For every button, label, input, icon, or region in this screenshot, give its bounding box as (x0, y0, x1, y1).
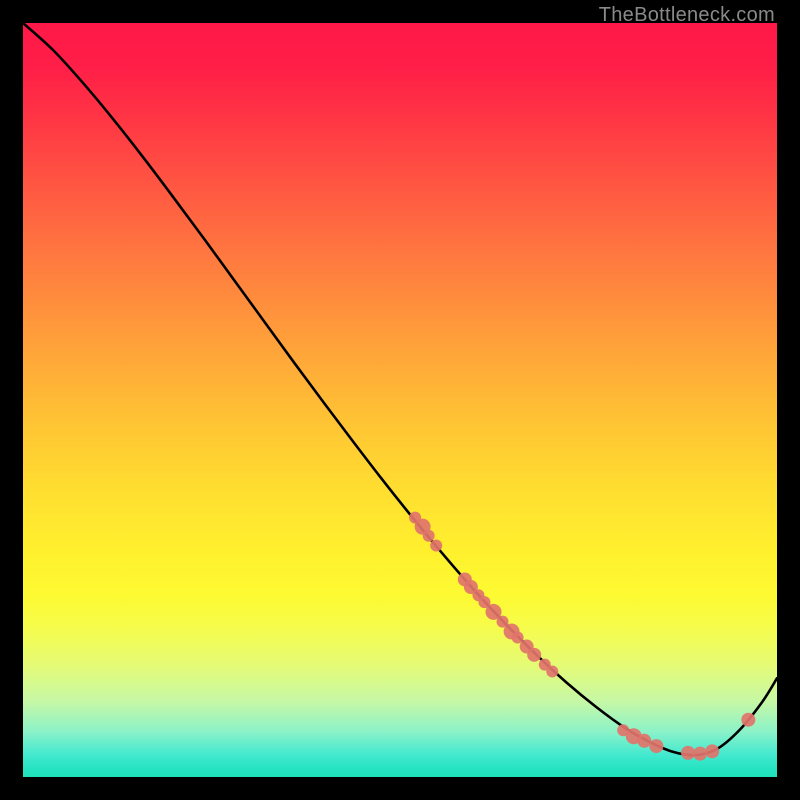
scatter-point (423, 530, 435, 542)
points-layer (23, 23, 777, 777)
chart-stage: TheBottleneck.com (0, 0, 800, 800)
scatter-point (637, 734, 651, 748)
plot-area (23, 23, 777, 777)
scatter-point (693, 747, 707, 761)
scatter-point (705, 744, 719, 758)
scatter-point (527, 648, 541, 662)
scatter-markers (409, 512, 755, 761)
scatter-point (681, 746, 695, 760)
scatter-point (741, 713, 755, 727)
scatter-point (649, 739, 663, 753)
scatter-point (430, 540, 442, 552)
scatter-point (546, 665, 558, 677)
